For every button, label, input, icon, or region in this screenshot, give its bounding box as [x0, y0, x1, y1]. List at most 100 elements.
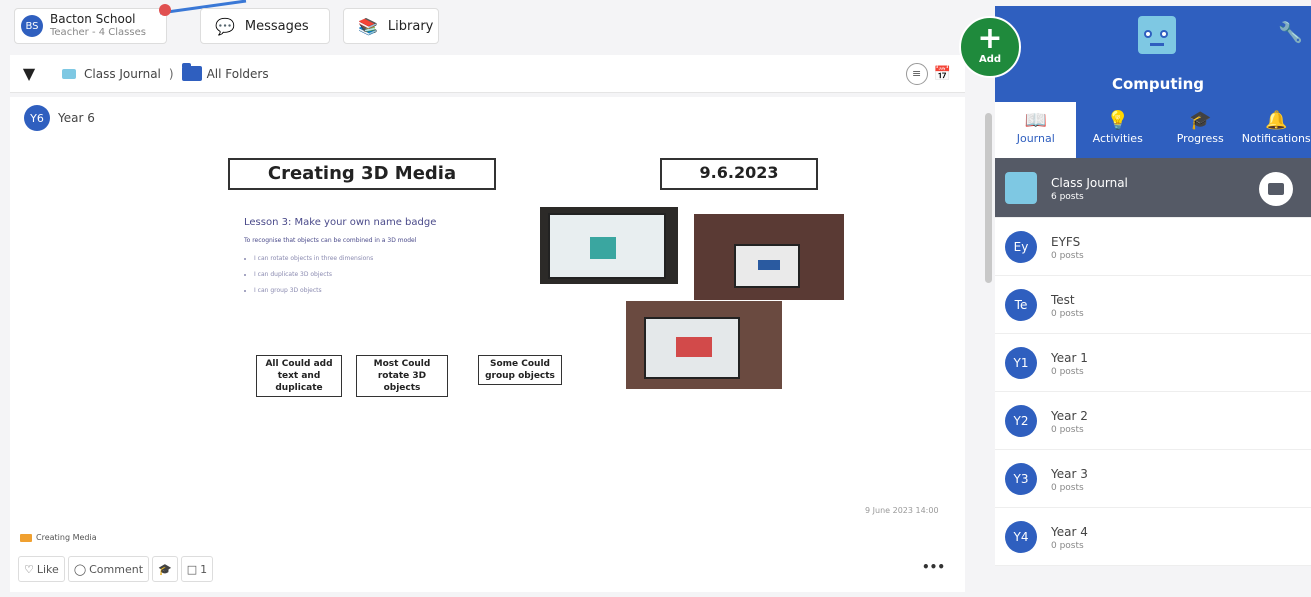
comment-button[interactable]: ◯ Comment [67, 556, 150, 582]
filter-icon[interactable]: ▼ [10, 64, 48, 83]
files-button[interactable]: □ 1 [180, 556, 214, 582]
subject-title: Computing [1111, 75, 1205, 93]
graduation-cap-icon: 🎓 [158, 562, 172, 576]
journal-post-count: 0 posts [1051, 366, 1084, 377]
journal-avatar: Y2 [1005, 404, 1037, 437]
journal-item-test[interactable]: Te Test 0 posts [995, 276, 1311, 334]
slide-bullet: I can duplicate 3D objects [254, 271, 373, 278]
files-count: 1 [200, 562, 208, 576]
journal-item-text: Year 3 0 posts [1051, 465, 1088, 493]
comment-icon: ◯ [73, 562, 87, 576]
comment-label: Comment [89, 562, 144, 576]
robot-mouth [1150, 43, 1164, 46]
journal-post: Y6 Year 6 Creating 3D Media 9.6.2023 Les… [10, 97, 965, 592]
graduation-cap-button[interactable]: 🎓 [152, 556, 178, 582]
journal-post-count: 0 posts [1051, 540, 1084, 551]
journal-item-text: EYFS 0 posts [1051, 233, 1084, 261]
tab-journal[interactable]: 📖 Journal [995, 102, 1077, 158]
journal-list: Class Journal 6 posts Ey EYFS 0 posts Te… [995, 158, 1311, 566]
school-name: Bacton School [50, 12, 136, 26]
school-switcher-button[interactable]: BS Bacton School Teacher - 4 Classes [14, 8, 167, 44]
post-header: Y6 Year 6 [10, 97, 965, 139]
journal-avatar: Ey [1005, 230, 1037, 263]
main-scrollbar[interactable] [983, 97, 993, 592]
journal-avatar: Y4 [1005, 520, 1037, 553]
folder-icon [20, 533, 32, 542]
post-actions: ♡ Like ◯ Comment 🎓 □ 1 [18, 556, 216, 582]
panel-tabs: 📖 Journal 💡 Activities 🎓 Progress 🔔 Noti… [995, 102, 1311, 158]
journal-avatar: Y3 [1005, 462, 1037, 495]
post-timestamp: 9 June 2023 14:00 [865, 506, 939, 515]
like-label: Like [36, 562, 59, 576]
journal-name: EYFS [1051, 234, 1081, 249]
slide-title: Creating 3D Media [228, 158, 496, 190]
journal-item-year-3[interactable]: Y3 Year 3 0 posts [995, 450, 1311, 508]
journal-item-eyfs[interactable]: Ey EYFS 0 posts [995, 218, 1311, 276]
tier-all-box: All Could add text and duplicate [256, 355, 342, 397]
folder-icon[interactable] [1259, 172, 1293, 206]
library-label: Library [387, 18, 434, 34]
slide-bullet: I can group 3D objects [254, 287, 373, 294]
journal-post-count: 0 posts [1051, 482, 1084, 493]
list-view-icon[interactable]: ≡ [905, 63, 928, 85]
breadcrumb-class-journal[interactable]: Class Journal [84, 67, 161, 81]
breadcrumb-all-folders[interactable]: All Folders [207, 67, 269, 81]
photo-screen [644, 317, 740, 379]
messages-button[interactable]: 💬 Messages [200, 8, 330, 44]
plus-icon: + [977, 21, 1003, 56]
school-avatar: BS [21, 15, 43, 37]
notification-dot [159, 4, 171, 16]
more-options-button[interactable]: ••• [922, 560, 945, 574]
journal-item-text: Year 2 0 posts [1051, 407, 1088, 435]
classroom-photo-1 [540, 207, 678, 284]
calendar-view-icon[interactable]: 📅 [934, 66, 951, 82]
robot-icon [1005, 171, 1037, 204]
journal-post-count: 0 posts [1051, 308, 1084, 319]
tab-progress[interactable]: 🎓 Progress [1159, 102, 1241, 158]
tab-notifications[interactable]: 🔔 Notifications [1241, 102, 1311, 158]
photo-screen [548, 213, 666, 279]
books-icon: 📚 [358, 16, 378, 36]
journal-name: Class Journal [1051, 175, 1128, 190]
journal-name: Year 3 [1051, 466, 1088, 481]
post-author: Year 6 [58, 111, 95, 125]
robot-eye [1160, 30, 1168, 38]
post-image[interactable]: Creating 3D Media 9.6.2023 Lesson 3: Mak… [220, 155, 860, 445]
journal-post-count: 0 posts [1051, 250, 1084, 261]
panel-header: 🔧 Computing [995, 6, 1311, 102]
scrollbar-thumb[interactable] [985, 113, 992, 283]
add-button[interactable]: + Add [959, 16, 1021, 78]
journal-item-year-4[interactable]: Y4 Year 4 0 posts [995, 508, 1311, 566]
journal-item-year-2[interactable]: Y2 Year 2 0 posts [995, 392, 1311, 450]
journal-avatar: Y1 [1005, 346, 1037, 379]
slide-lesson: Lesson 3: Make your own name badge [244, 217, 437, 228]
tab-activities[interactable]: 💡 Activities [1076, 102, 1158, 158]
like-button[interactable]: ♡ Like [18, 556, 65, 582]
top-bar: BS Bacton School Teacher - 4 Classes 💬 M… [0, 0, 995, 52]
school-info: Bacton School Teacher - 4 Classes [50, 13, 146, 39]
journal-name: Test [1051, 292, 1075, 307]
breadcrumb-bar: ▼ Class Journal ) All Folders ≡ 📅 [10, 55, 965, 93]
folder-icon [181, 63, 202, 81]
chat-bubbles-icon: 💬 [215, 16, 235, 36]
journal-item-year-1[interactable]: Y1 Year 1 0 posts [995, 334, 1311, 392]
journal-item-text: Year 1 0 posts [1051, 349, 1088, 377]
slide-bullets: I can rotate objects in three dimensions… [254, 255, 373, 303]
tier-some-box: Some Could group objects [478, 355, 562, 385]
robot-icon [62, 68, 76, 79]
school-role: Teacher - 4 Classes [50, 27, 146, 38]
photo-3d-object [758, 260, 780, 270]
slide-bullet: I can rotate objects in three dimensions [254, 255, 373, 262]
robot-eye [1144, 30, 1152, 38]
journal-post-count: 0 posts [1051, 424, 1084, 435]
add-label: Add [978, 54, 1002, 65]
tab-label: Notifications [1241, 132, 1311, 145]
slide-objective: To recognise that objects can be combine… [244, 237, 417, 244]
heart-icon: ♡ [24, 562, 34, 576]
journal-item-class-journal[interactable]: Class Journal 6 posts [995, 158, 1311, 218]
wrench-icon[interactable]: 🔧 [1278, 20, 1303, 44]
robot-icon [1138, 16, 1176, 54]
post-folder-tag[interactable]: Creating Media [20, 533, 97, 542]
book-icon: 📖 [1024, 110, 1047, 131]
library-button[interactable]: 📚 Library [343, 8, 439, 44]
